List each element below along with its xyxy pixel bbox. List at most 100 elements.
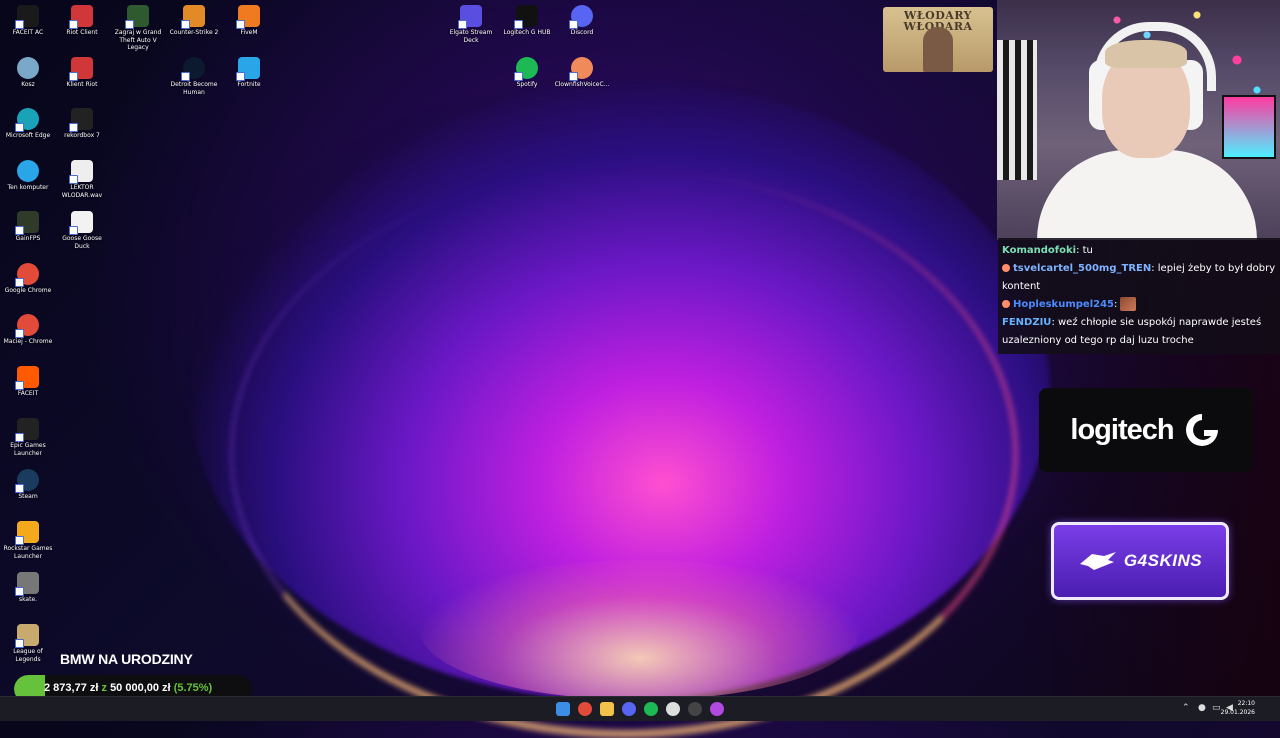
desktop-icon[interactable]: Google Chrome: [0, 263, 56, 295]
desktop-icon-label: LEKTOR WLODAR.wav: [61, 184, 103, 199]
cs2-icon: [181, 5, 205, 29]
rockstar-icon: [15, 521, 39, 545]
g4skins-logo-icon: [1079, 552, 1116, 570]
discord-icon[interactable]: [622, 702, 636, 716]
desktop-icon-label: ClownfishVoiceC...: [554, 81, 610, 88]
desktop-icon[interactable]: Rockstar Games Launcher: [0, 521, 56, 560]
desktop-icon[interactable]: Discord: [554, 5, 610, 37]
desktop-icon[interactable]: Steam: [0, 469, 56, 501]
goal-target: 50 000,00 zł: [110, 682, 171, 694]
desktop-icon[interactable]: Goose Goose Duck: [54, 211, 110, 250]
desktop-icon-label: Spotify: [516, 81, 538, 88]
desktop-icon[interactable]: skate.: [0, 572, 56, 604]
desktop-icon[interactable]: FACEIT: [0, 366, 56, 398]
chat-text: : tu: [1076, 245, 1093, 256]
windows-start-icon[interactable]: [556, 702, 570, 716]
discord-icon: [569, 5, 593, 29]
desktop-icon-label: Microsoft Edge: [5, 132, 51, 139]
desktop-icon[interactable]: FACEIT AC: [0, 5, 56, 37]
desktop-icon[interactable]: Detroit Become Human: [166, 57, 222, 96]
file-explorer-icon[interactable]: [600, 702, 614, 716]
desktop-icon[interactable]: Maciej - Chrome: [0, 314, 56, 346]
faceit-ac-icon: [15, 5, 39, 29]
desktop-icon-label: FiveM: [240, 29, 258, 36]
desktop-icon-label: GainFPS: [15, 235, 41, 242]
faceit-icon: [15, 366, 39, 390]
chat-username[interactable]: Hopleskumpel245: [1013, 299, 1114, 310]
desktop-icon[interactable]: LEKTOR WLODAR.wav: [54, 160, 110, 199]
clock-date: 29.01.2026: [1220, 709, 1255, 716]
riot-client-icon: [69, 57, 93, 81]
this-pc-icon: [17, 160, 39, 182]
desktop-icon[interactable]: rekordbox 7: [54, 108, 110, 140]
logitech-sponsor: logitech: [1039, 388, 1253, 472]
goal-amount: 2 873,77 zł z 50 000,00 zł (5.75%): [44, 682, 212, 694]
clock-time: 22:10: [1237, 700, 1255, 707]
stream-chat: Komandofoki: tu tsvelcartel_500mg_TREN: l…: [998, 238, 1280, 354]
clownfish-icon: [569, 57, 593, 81]
gainfps-icon: [15, 211, 39, 235]
desktop-icon[interactable]: Logitech G HUB: [499, 5, 555, 37]
wlodary-banner: WŁODARY WŁODARA: [883, 7, 993, 72]
chrome-icon[interactable]: [578, 702, 592, 716]
network-icon[interactable]: ▭: [1212, 703, 1221, 713]
chat-badge-icon: [1002, 264, 1010, 272]
desktop-icon[interactable]: Ten komputer: [0, 160, 56, 192]
chat-username[interactable]: FENDZIU: [1002, 317, 1051, 328]
desktop-icon[interactable]: Epic Games Launcher: [0, 418, 56, 457]
stream-deck-icon: [458, 5, 482, 29]
tray-chevron-icon[interactable]: ⌃: [1182, 703, 1190, 713]
desktop-icon[interactable]: Klient Riot: [54, 57, 110, 89]
desktop-icon[interactable]: Zagraj w Grand Theft Auto V Legacy: [110, 5, 166, 52]
gta-v-icon: [125, 5, 149, 29]
desktop-icon-label: Google Chrome: [4, 287, 52, 294]
chat-badge-icon: [1002, 300, 1010, 308]
desktop-icon[interactable]: Microsoft Edge: [0, 108, 56, 140]
desktop-icon-label: Elgato Stream Deck: [449, 29, 493, 44]
desktop-icon-label: Fortnite: [237, 81, 261, 88]
microphone-icon[interactable]: ●: [1198, 703, 1206, 713]
desktop-icon-label: Rockstar Games Launcher: [3, 545, 53, 560]
desktop-icon-label: Maciej - Chrome: [3, 338, 53, 345]
webcam-feed: [997, 0, 1280, 240]
desktop-icon-label: Epic Games Launcher: [10, 442, 46, 457]
chrome-icon: [15, 314, 39, 338]
desktop-icon[interactable]: GainFPS: [0, 211, 56, 243]
spotify-icon[interactable]: [644, 702, 658, 716]
chrome-icon: [15, 263, 39, 287]
desktop-icon-label: skate.: [18, 596, 38, 603]
logitech-ghub-icon[interactable]: [666, 702, 680, 716]
desktop-icon[interactable]: Riot Client: [54, 5, 110, 37]
chat-message: Komandofoki: tu: [1002, 242, 1276, 260]
logitech-g-icon: [1185, 414, 1218, 446]
desktop-icon-label: Klient Riot: [66, 81, 98, 88]
desktop-icon-label: Detroit Become Human: [170, 81, 218, 96]
taskbar-clock[interactable]: 22:10 29.01.2026: [1221, 699, 1255, 717]
fortnite-icon: [236, 57, 260, 81]
logitech-wordmark: logitech: [1070, 413, 1174, 446]
desktop-icon[interactable]: Counter-Strike 2: [166, 5, 222, 37]
g4skins-wordmark: G4SKINS: [1123, 551, 1203, 570]
chat-message: FENDZIU: weź chłopie sie uspokój naprawd…: [1002, 314, 1276, 350]
chat-username[interactable]: tsvelcartel_500mg_TREN: [1013, 263, 1151, 274]
taskbar: ⌃ ● ▭ ◀ 22:10 29.01.2026: [0, 696, 1280, 721]
desktop-icon[interactable]: Kosz: [0, 57, 56, 89]
chrome-profile-icon[interactable]: [710, 702, 724, 716]
desktop-icon[interactable]: FiveM: [221, 5, 277, 37]
spotify-icon: [514, 57, 538, 81]
chat-username[interactable]: Komandofoki: [1002, 245, 1076, 256]
desktop-icon-label: League of Legends: [13, 648, 43, 663]
desktop-icon-label: rekordbox 7: [64, 132, 100, 139]
goal-current: 2 873,77 zł: [44, 682, 99, 694]
desktop-icon[interactable]: League of Legends: [0, 624, 56, 663]
obs-icon[interactable]: [688, 702, 702, 716]
desktop-icon-label: Logitech G HUB: [503, 29, 551, 36]
desktop-icon[interactable]: Fortnite: [221, 57, 277, 89]
desktop-icon[interactable]: Elgato Stream Deck: [443, 5, 499, 44]
desktop-icon-label: FACEIT: [17, 390, 39, 397]
goose-goose-duck-icon: [69, 211, 93, 235]
logitech-ghub-icon: [514, 5, 538, 29]
chat-text: :: [1114, 299, 1118, 310]
desktop-icon[interactable]: ClownfishVoiceC...: [554, 57, 610, 89]
desktop-icon[interactable]: Spotify: [499, 57, 555, 89]
